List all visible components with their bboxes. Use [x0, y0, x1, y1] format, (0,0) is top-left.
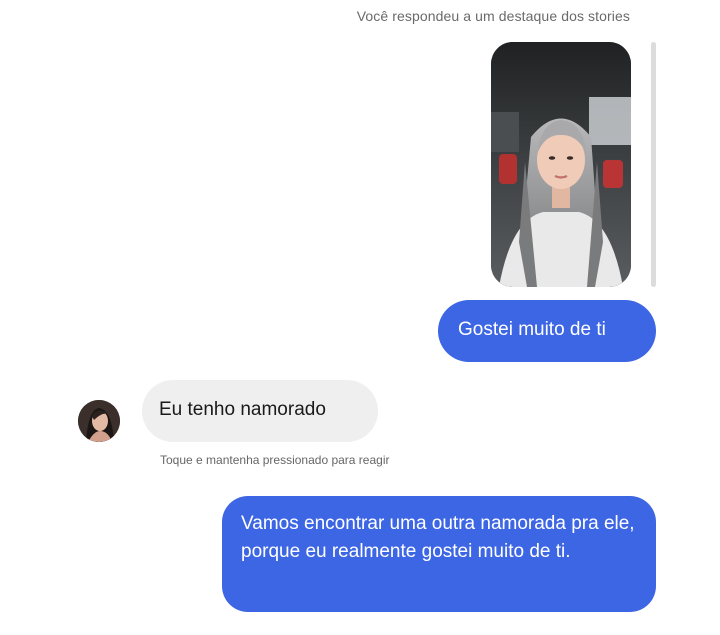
story-photo	[491, 42, 631, 287]
received-message-bubble[interactable]: Eu tenho namorado	[142, 380, 378, 442]
story-progress-bar	[651, 42, 656, 287]
message-text: Vamos encontrar uma outra namorada pra e…	[241, 513, 635, 562]
story-thumbnail[interactable]	[491, 42, 631, 287]
sent-message-bubble[interactable]: Vamos encontrar uma outra namorada pra e…	[222, 496, 656, 612]
sent-message-bubble[interactable]: Gostei muito de ti	[438, 300, 656, 362]
message-text: Eu tenho namorado	[159, 399, 326, 420]
story-reply-caption: Você respondeu a um destaque dos stories	[356, 8, 630, 24]
contact-avatar[interactable]	[78, 400, 120, 442]
reaction-hint: Toque e mantenha pressionado para reagir	[160, 453, 390, 467]
message-text: Gostei muito de ti	[458, 319, 606, 340]
avatar-photo	[78, 400, 120, 442]
